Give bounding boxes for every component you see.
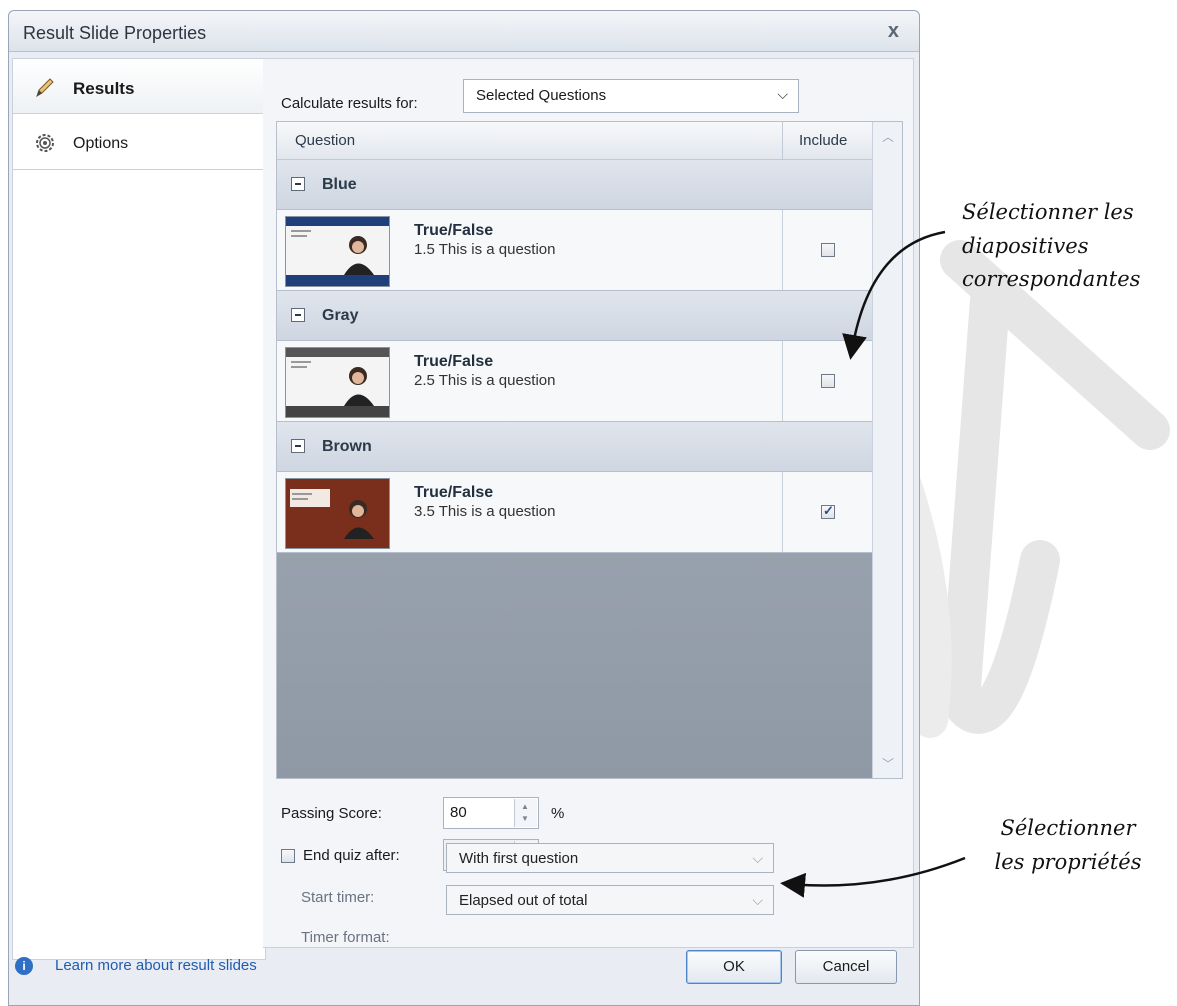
slide-thumbnail <box>285 216 390 287</box>
include-cell <box>782 472 873 552</box>
annotation-select-properties: Sélectionner les propriétés <box>978 812 1158 879</box>
slide-thumbnail <box>285 478 390 549</box>
nav-label-options: Options <box>73 135 129 152</box>
annotation-line: Sélectionner <box>1000 816 1136 840</box>
group-name: Brown <box>322 438 372 455</box>
table-header: Question Include <box>277 122 872 160</box>
group-header-gray: Gray <box>277 291 872 341</box>
gear-icon <box>36 134 54 152</box>
end-quiz-label: End quiz after: <box>303 847 400 864</box>
question-type: True/False <box>414 484 494 501</box>
question-row[interactable]: True/False 1.5 This is a question <box>277 210 872 291</box>
ok-button[interactable]: OK <box>686 950 782 984</box>
start-timer-label: Start timer: <box>301 889 375 906</box>
question-text: 3.5 This is a question <box>414 503 556 520</box>
chevron-down-icon: ⌵ <box>752 892 763 908</box>
questions-table: Question Include Blue True/False 1.5 Thi… <box>276 121 903 779</box>
calculate-results-value: Selected Questions <box>476 87 607 104</box>
nav-item-options[interactable]: Options <box>13 115 265 170</box>
question-text: 1.5 This is a question <box>414 241 556 258</box>
table-scrollbar[interactable]: ︿ ﹀ <box>872 122 902 778</box>
cancel-button[interactable]: Cancel <box>795 950 897 984</box>
timer-format-select[interactable]: Elapsed out of total ⌵ <box>446 885 774 915</box>
passing-score-stepper[interactable]: 80 ▲ ▼ <box>443 797 539 829</box>
annotation-line: les propriétés <box>994 849 1142 874</box>
dialog-title: Result Slide Properties <box>23 23 207 43</box>
close-icon[interactable]: x <box>888 20 899 43</box>
chevron-down-icon: ⌵ <box>752 850 763 866</box>
calculate-results-select[interactable]: Selected Questions ⌵ <box>463 79 799 113</box>
end-quiz-checkbox[interactable] <box>281 849 295 863</box>
timer-format-value: Elapsed out of total <box>459 892 588 909</box>
start-timer-select[interactable]: With first question ⌵ <box>446 843 774 873</box>
stepper-up-icon[interactable]: ▲ <box>521 802 529 811</box>
chevron-down-icon: ⌵ <box>777 86 788 102</box>
annotation-select-slides: Sélectionner les diapositives correspond… <box>962 196 1177 297</box>
left-nav: Results Options <box>12 58 266 960</box>
annotation-line: correspondantes <box>962 267 1141 292</box>
calculate-results-label: Calculate results for: <box>281 95 418 112</box>
include-cell <box>782 341 873 421</box>
nav-item-results[interactable]: Results <box>13 59 265 114</box>
group-name: Blue <box>322 176 357 193</box>
start-timer-value: With first question <box>459 850 579 867</box>
passing-score-unit: % <box>551 805 565 822</box>
result-slide-properties-dialog: Result Slide Properties x Results Option… <box>8 10 920 1006</box>
column-header-question: Question <box>295 132 356 149</box>
scroll-up-icon[interactable]: ︿ <box>882 128 894 145</box>
question-row[interactable]: True/False 2.5 This is a question <box>277 341 872 422</box>
collapse-icon[interactable] <box>291 439 305 453</box>
learn-more-link[interactable]: Learn more about result slides <box>55 957 257 974</box>
title-bar: Result Slide Properties x <box>9 11 919 52</box>
scroll-down-icon[interactable]: ﹀ <box>882 755 894 772</box>
collapse-icon[interactable] <box>291 177 305 191</box>
question-type: True/False <box>414 353 494 370</box>
timer-format-label: Timer format: <box>301 929 390 946</box>
include-checkbox-gray[interactable] <box>821 374 835 388</box>
slide-thumbnail <box>285 347 390 418</box>
stepper-buttons[interactable]: ▲▼ <box>514 799 537 827</box>
group-name: Gray <box>322 307 359 324</box>
pencil-icon <box>36 78 54 98</box>
include-checkbox-brown[interactable] <box>821 503 835 519</box>
question-text: 2.5 This is a question <box>414 372 556 389</box>
group-header-brown: Brown <box>277 422 872 472</box>
info-icon: i <box>15 957 33 975</box>
include-cell <box>782 210 873 290</box>
annotation-line: diapositives <box>962 233 1089 258</box>
collapse-icon[interactable] <box>291 308 305 322</box>
annotation-line: Sélectionner les <box>962 200 1134 224</box>
column-header-include-cell: Include <box>782 122 873 159</box>
passing-score-value: 80 <box>450 804 467 821</box>
results-panel: Calculate results for: Selected Question… <box>263 58 914 948</box>
question-type: True/False <box>414 222 494 239</box>
group-header-blue: Blue <box>277 160 872 210</box>
column-header-include: Include <box>799 132 848 149</box>
include-checkbox-blue[interactable] <box>821 243 835 257</box>
nav-label-results: Results <box>73 79 135 98</box>
passing-score-label: Passing Score: <box>281 805 382 822</box>
question-row[interactable]: True/False 3.5 This is a question <box>277 472 872 553</box>
stepper-down-icon[interactable]: ▼ <box>521 814 529 823</box>
